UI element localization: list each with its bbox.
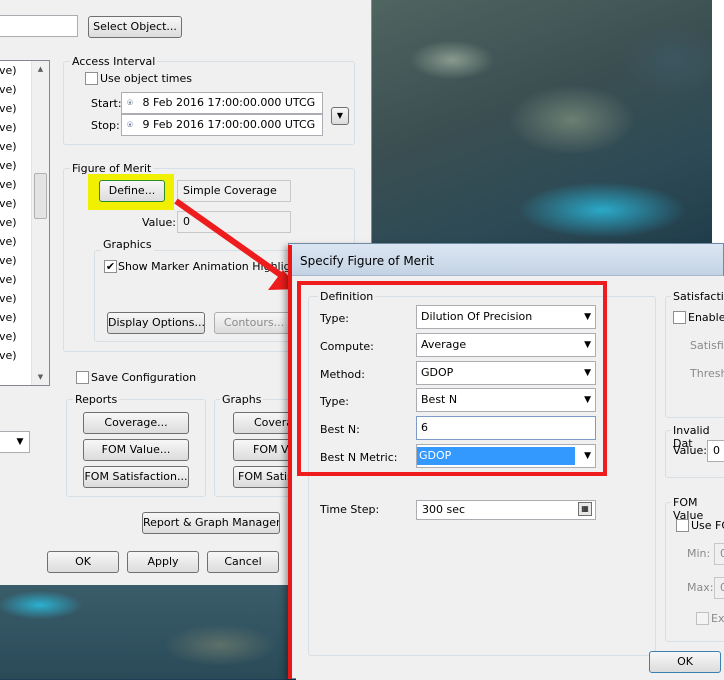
time-step-label: Time Step: bbox=[320, 503, 380, 516]
exclude-checkbox[interactable] bbox=[696, 612, 709, 625]
min-input[interactable]: 0 bbox=[714, 543, 724, 565]
title-bar[interactable]: Specify Figure of Merit bbox=[289, 244, 723, 276]
min-label: Min: bbox=[687, 547, 711, 560]
satisfied-by-label: Satisfie bbox=[690, 339, 724, 352]
satisfaction-label: Satisfactio bbox=[671, 290, 724, 303]
time-step-input[interactable]: 300 sec ▦ bbox=[416, 500, 596, 520]
use-fom-label: Use FO bbox=[691, 519, 724, 532]
fom-ok-button[interactable]: OK bbox=[649, 651, 721, 673]
enable-label: Enable bbox=[688, 311, 724, 324]
time-step-value: 300 sec bbox=[422, 503, 466, 516]
threshold-label: Thresho bbox=[690, 367, 724, 380]
invalid-value-label: Value: bbox=[673, 444, 707, 457]
enable-satisfaction-checkbox[interactable] bbox=[673, 311, 686, 324]
dialog-title: Specify Figure of Merit bbox=[300, 254, 435, 268]
invalid-value-input[interactable]: 0 bbox=[707, 440, 724, 462]
max-input[interactable]: 0 bbox=[714, 577, 724, 599]
exclude-label: Exc bbox=[711, 612, 724, 625]
arrow-shaft bbox=[174, 198, 294, 286]
definition-highlight-box bbox=[297, 281, 607, 476]
dialog-left-highlight bbox=[288, 245, 300, 679]
use-fom-checkbox[interactable] bbox=[676, 519, 689, 532]
units-calculator-icon[interactable]: ▦ bbox=[578, 502, 592, 516]
max-label: Max: bbox=[687, 581, 714, 594]
